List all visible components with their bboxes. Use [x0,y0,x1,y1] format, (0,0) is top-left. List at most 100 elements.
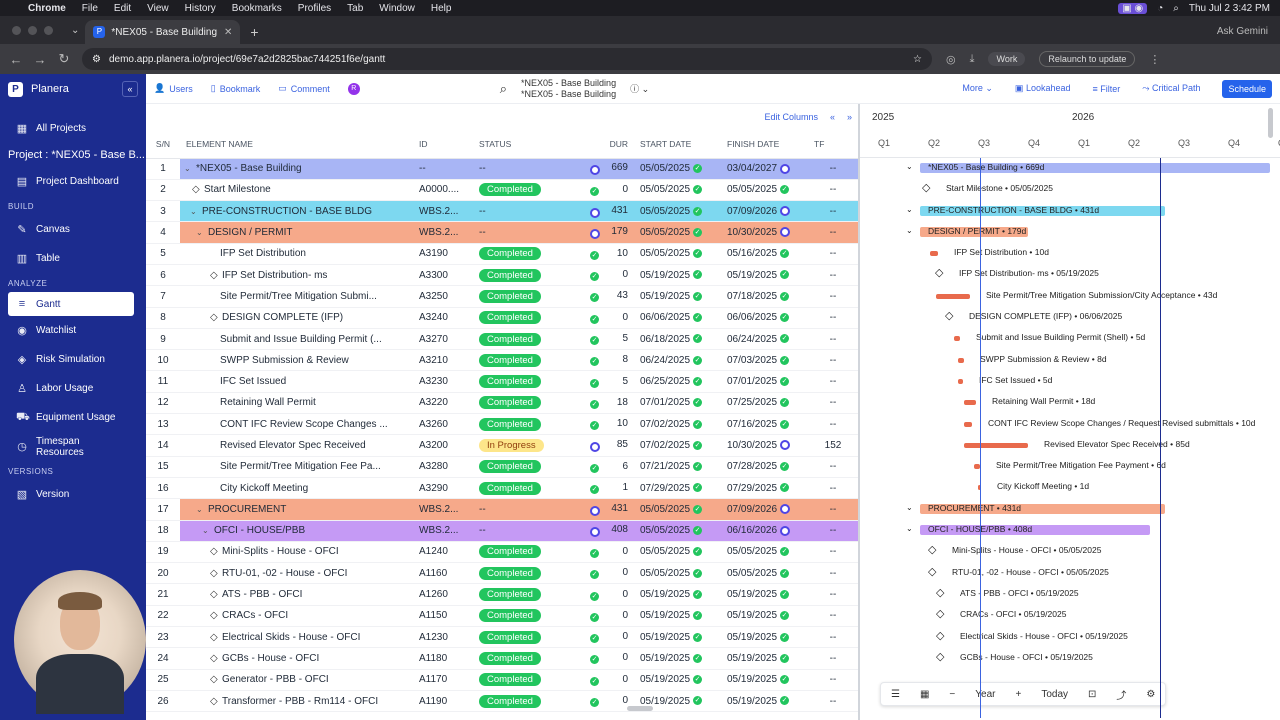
start-date[interactable]: 06/25/2025 ✓ [634,370,721,393]
total-float[interactable]: -- [808,158,858,180]
task-bar[interactable] [964,421,972,427]
element-id[interactable]: A1230 [413,626,473,649]
status-cell[interactable]: Completed [473,285,576,308]
duration[interactable]: ✓ 5 [576,370,634,393]
finish-date[interactable]: 06/16/2026 [721,520,808,542]
element-id[interactable]: A1180 [413,647,473,670]
duration[interactable]: ✓ 0 [576,562,634,585]
task-bar[interactable] [964,400,976,406]
finish-date[interactable]: 10/30/2025 [721,221,808,244]
gantt-scrollbar[interactable] [1268,108,1273,138]
element-id[interactable]: A3260 [413,413,473,436]
element-name-cell[interactable]: ⌄ PROCUREMENT [180,498,413,521]
table-row[interactable]: 23 ◇ Electrical Skids - House - OFCI A1230 C… [146,626,858,649]
duration[interactable]: ✓ 0 [576,669,634,691]
finish-date[interactable]: 05/19/2025 ✓ [721,690,808,713]
start-date[interactable]: 05/05/2025 ✓ [634,562,721,585]
table-row[interactable]: 12 Retaining Wall Permit A3220 Completed ✓ 18… [146,392,858,415]
total-float[interactable]: -- [808,647,858,670]
filter-button[interactable]: ≡ Filter [1092,84,1120,94]
info-dropdown-icon[interactable]: ⓘ ⌄ [630,82,649,95]
expand-right-icon[interactable]: » [847,112,852,122]
element-name-cell[interactable]: ◇ DESIGN COMPLETE (IFP) [180,307,413,329]
gantt-row[interactable]: ⌄ PROCUREMENT • 431d [860,499,1280,520]
element-id[interactable]: A3230 [413,370,473,393]
table-row[interactable]: 6 ◇ IFP Set Distribution- ms A3300 Completed… [146,264,858,287]
total-float[interactable]: -- [808,562,858,585]
finish-date[interactable]: 05/05/2025 ✓ [721,541,808,564]
element-name-cell[interactable]: ◇ CRACs - OFCI [180,605,413,628]
table-row[interactable]: 19 ◇ Mini-Splits - House - OFCI A1240 Comple… [146,541,858,564]
finish-date[interactable]: 06/06/2025 ✓ [721,307,808,329]
element-name-cell[interactable]: ◇ Start Milestone [180,179,413,202]
total-float[interactable]: -- [808,370,858,393]
element-id[interactable]: A1160 [413,562,473,585]
total-float[interactable]: -- [808,669,858,691]
status-cell[interactable]: Completed [473,328,576,351]
column-header[interactable]: S/N [146,130,180,159]
column-header[interactable]: FINISH DATE [721,130,808,159]
status-cell[interactable]: Completed [473,243,576,265]
start-date[interactable]: 05/05/2025 ✓ [634,520,721,542]
gantt-row[interactable]: IFC Set Issued • 5d [860,371,1280,392]
element-name-cell[interactable]: Submit and Issue Building Permit (... [180,328,413,351]
relaunch-button[interactable]: Relaunch to update [1039,51,1136,67]
element-id[interactable]: A1240 [413,541,473,564]
element-name-cell[interactable]: Site Permit/Tree Mitigation Fee Pa... [180,456,413,478]
element-name-cell[interactable]: ◇ Generator - PBB - OFCI [180,669,413,691]
milestone-icon[interactable]: ◇ [945,309,953,322]
search-icon[interactable]: ⌕ [500,81,507,97]
screen-record-icon[interactable]: ▣ ◉ [1118,2,1148,14]
collapse-icon[interactable]: ⌄ [906,205,913,214]
calendar-icon[interactable]: ▦ [910,689,939,700]
comment-button[interactable]: ▭ Comment [278,83,330,94]
wifi-icon[interactable]: ◔ [1157,3,1163,14]
menu-item[interactable]: Help [431,3,452,14]
browser-tab[interactable]: P *NEX05 - Base Building ✕ [85,20,241,44]
gantt-row[interactable]: ◇ IFP Set Distribution- ms • 05/19/2025 [860,264,1280,285]
element-name-cell[interactable]: ⌄ PRE-CONSTRUCTION - BASE BLDG [180,200,413,223]
element-id[interactable]: A3220 [413,392,473,415]
element-name-cell[interactable]: City Kickoff Meeting [180,477,413,500]
element-id[interactable]: A3250 [413,285,473,308]
total-float[interactable]: -- [808,285,858,308]
total-float[interactable]: -- [808,264,858,287]
duration[interactable]: ✓ 8 [576,349,634,372]
element-id[interactable]: A1150 [413,605,473,628]
finish-date[interactable]: 07/09/2026 [721,498,808,521]
gantt-row[interactable]: Site Permit/Tree Mitigation Fee Payment … [860,456,1280,477]
start-date[interactable]: 05/05/2025 ✓ [634,541,721,564]
back-icon[interactable]: ← [4,52,28,67]
finish-date[interactable]: 03/04/2027 [721,158,808,180]
finish-date[interactable]: 07/01/2025 ✓ [721,370,808,393]
table-row[interactable]: 3 ⌄ PRE-CONSTRUCTION - BASE BLDG WBS.2... --… [146,200,858,223]
duration[interactable]: ✓ 0 [576,307,634,329]
table-row[interactable]: 20 ◇ RTU-01, -02 - House - OFCI A1160 Comple… [146,562,858,585]
status-cell[interactable]: Completed [473,179,576,202]
finish-date[interactable]: 07/09/2026 [721,200,808,223]
status-cell[interactable]: -- [473,520,576,542]
list-icon[interactable]: ☰ [881,689,910,700]
table-row[interactable]: 18 ⌄ OFCI - HOUSE/PBB WBS.2... -- 408 05/05/20… [146,520,858,542]
new-tab-icon[interactable]: + [240,24,268,44]
finish-date[interactable]: 07/03/2025 ✓ [721,349,808,372]
finish-date[interactable]: 05/19/2025 ✓ [721,583,808,606]
table-row[interactable]: 2 ◇ Start Milestone A0000.... Completed ✓ 0 05/… [146,179,858,202]
menu-item[interactable]: File [82,3,98,14]
today-button[interactable]: Today [1031,689,1078,700]
table-row[interactable]: 7 Site Permit/Tree Mitigation Submi... A32… [146,285,858,308]
element-id[interactable]: A3190 [413,243,473,265]
start-date[interactable]: 05/19/2025 ✓ [634,669,721,691]
total-float[interactable]: -- [808,520,858,542]
element-name-cell[interactable]: Site Permit/Tree Mitigation Submi... [180,285,413,308]
gantt-row[interactable]: IFP Set Distribution • 10d [860,243,1280,264]
milestone-icon[interactable]: ◇ [922,181,930,194]
finish-date[interactable]: 05/19/2025 ✓ [721,647,808,670]
element-id[interactable]: A1170 [413,669,473,691]
column-header[interactable]: START DATE [634,130,721,159]
element-id[interactable]: A3240 [413,307,473,329]
milestone-icon[interactable]: ◇ [936,629,944,642]
element-name-cell[interactable]: IFC Set Issued [180,370,413,393]
table-row[interactable]: 17 ⌄ PROCUREMENT WBS.2... -- 431 05/05/2025 ✓ 07… [146,498,858,521]
table-row[interactable]: 5 IFP Set Distribution A3190 Completed ✓ 10 05… [146,243,858,265]
